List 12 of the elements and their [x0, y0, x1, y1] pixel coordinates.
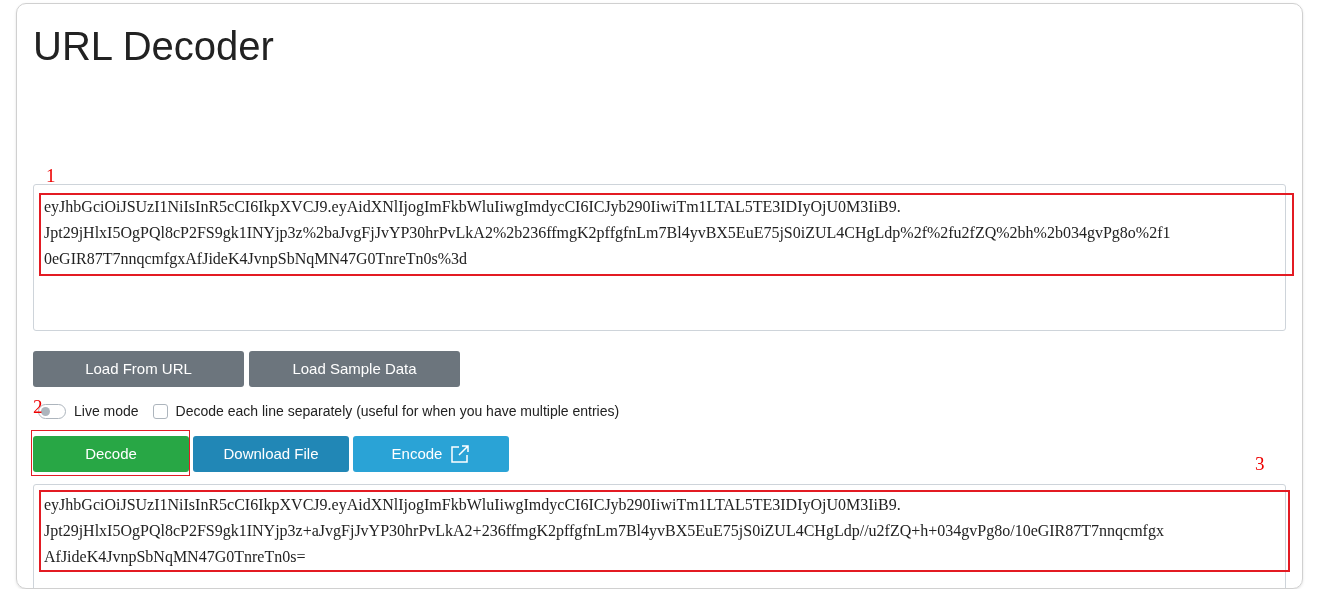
load-button[interactable]: Load From URL [33, 351, 244, 387]
encode-button[interactable]: Encode [353, 436, 509, 472]
option-label: Live mode [74, 402, 139, 421]
option-label: Decode each line separately (useful for when you have multiple entries) [175, 402, 620, 421]
annotation-number: 3 [1255, 452, 1265, 476]
load-button[interactable]: Load Sample Data [249, 351, 460, 387]
decode-button[interactable]: Decode [33, 436, 189, 472]
page-title: URL Decoder [33, 23, 274, 70]
checkbox[interactable] [152, 404, 168, 419]
annotation-number: 2 [33, 395, 43, 419]
external-link-icon [450, 444, 471, 464]
download-button[interactable]: Download File [193, 436, 349, 472]
